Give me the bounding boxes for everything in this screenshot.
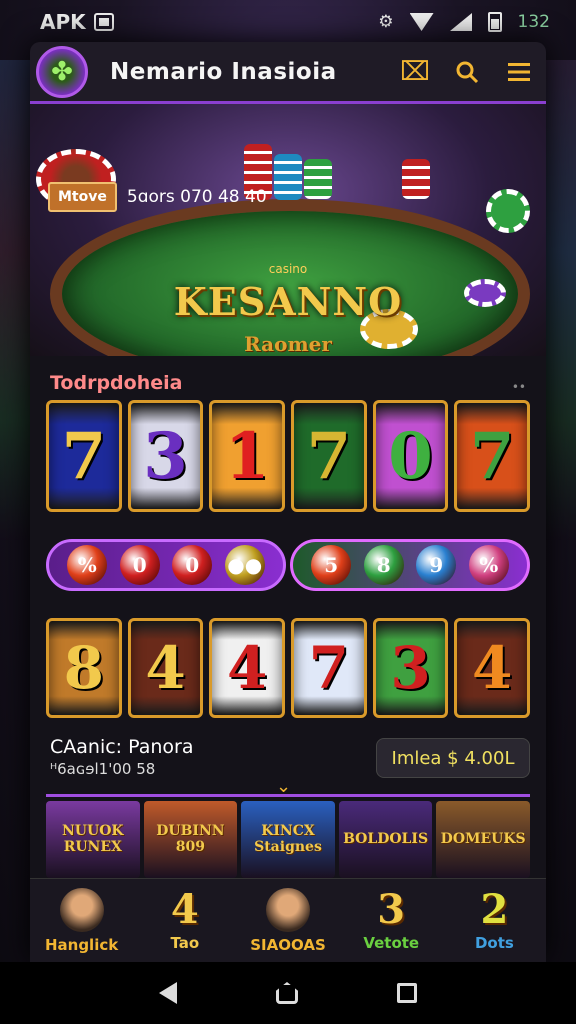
game-card[interactable]: DUBINN 809 [143, 801, 238, 878]
more-dots-icon[interactable]: •• [512, 380, 526, 394]
hero-small-text: casino [268, 262, 308, 276]
tab-label: Tao [170, 933, 200, 952]
slot-reel[interactable]: 4 [127, 618, 204, 718]
chip-stack [274, 154, 302, 200]
status-left-text: APK [40, 10, 86, 34]
slot-reel[interactable]: 3 [127, 400, 204, 512]
hero-banner[interactable]: Mtove 5ɑors 070 48 40 casino KESANNO Rao… [30, 104, 546, 356]
tab-item[interactable]: 4 Tao [133, 879, 236, 962]
bonus-ball: 0 [172, 545, 213, 585]
game-card[interactable]: NUUOK RUNEX [46, 801, 140, 878]
close-frame-icon[interactable]: ⌧ [400, 57, 430, 87]
settings-gear-icon: ⚙ [378, 12, 394, 32]
slot-reel[interactable]: 7 [454, 400, 531, 512]
chip [486, 189, 530, 233]
bonus-ball: 0 [119, 545, 160, 585]
chip-stack [402, 159, 430, 199]
tab-label: Vetote [363, 933, 420, 952]
bonus-ball: % [468, 545, 509, 585]
tab-item[interactable]: Hanglick [30, 879, 133, 962]
slot-reel[interactable]: 7 [291, 400, 367, 512]
chip-stack [304, 159, 332, 199]
bonus-ball: ●● [224, 545, 265, 585]
tab-item[interactable]: 2 Dots [443, 879, 546, 962]
tab-number: 2 [480, 885, 509, 933]
slot-reels-bottom[interactable]: 844734 [46, 618, 531, 718]
tab-number: 3 [377, 885, 406, 933]
status-bar: APK ⚙ 132 [0, 0, 576, 44]
bonus-ball: 9 [416, 545, 457, 585]
bonus-pill-right[interactable]: 5 8 9% [290, 539, 530, 591]
tab-item[interactable]: SIAOOAS [236, 879, 339, 962]
app-frame: ✤ Nemario Inasioia ⌧ Mtove 5ɑors 070 48 … [30, 42, 546, 962]
back-icon[interactable] [159, 982, 178, 1004]
tab-number: 4 [170, 885, 199, 933]
slot-reels-top[interactable]: 731707 [46, 400, 531, 512]
tab-label: SIAOOAS [250, 935, 326, 954]
section-title: Todrpdoheia [50, 372, 183, 394]
bonus-ball: 5 [311, 545, 352, 585]
system-nav-bar [0, 962, 576, 1024]
app-notification-icon [93, 13, 114, 31]
tab-item[interactable]: 3 Vetote [340, 879, 443, 962]
hero-subbrand: Raomer [244, 332, 332, 356]
bottom-tab-bar: Hanglick 4 Tao SIAOOAS 3 Vetote 2 Dots [30, 878, 546, 962]
slot-reel[interactable]: 8 [46, 618, 122, 718]
games-strip: NUUOK RUNEX DUBINN 809 KINCX Staignes BOLDO… [46, 794, 530, 878]
slot-reel[interactable]: 4 [209, 618, 286, 718]
battery-icon [487, 12, 502, 32]
leaf-logo-icon[interactable]: ✤ [36, 45, 88, 98]
avatar [59, 887, 104, 932]
game-card[interactable]: BOLDOLIS [338, 801, 433, 878]
casino-info-title: CAanic: Panora [50, 736, 194, 758]
search-icon[interactable] [454, 59, 480, 85]
slot-reel[interactable]: 7 [46, 400, 122, 512]
recent-apps-icon[interactable] [396, 983, 417, 1003]
home-icon[interactable] [275, 982, 298, 1004]
slot-reel[interactable]: 4 [454, 618, 531, 718]
hero-tag[interactable]: Mtove [48, 182, 117, 212]
screen: APK ⚙ 132 ✤ Nemario Inasioia ⌧ Mtove 5ɑo… [0, 0, 576, 1024]
casino-info-subtitle: ᴴ6aɢɘl1'00 58 [50, 760, 156, 778]
app-bar: ✤ Nemario Inasioia ⌧ [30, 42, 546, 104]
slot-reel[interactable]: 0 [372, 400, 449, 512]
bonus-pill-left[interactable]: % 0 0 ●● [46, 539, 286, 591]
bonus-ball: 8 [363, 545, 404, 585]
tab-label: Hanglick [44, 935, 119, 954]
status-right-text: 132 [517, 12, 550, 32]
hero-banner-text: 5ɑors 070 48 40 [126, 187, 267, 207]
balance-button[interactable]: Imlea $ 4.00L [376, 738, 530, 778]
wifi-icon [409, 13, 434, 31]
hero-info-row: Mtove 5ɑors 070 48 40 [48, 182, 267, 212]
game-card[interactable]: DOMEUKS [436, 801, 530, 878]
app-title: Nemario Inasioia [110, 58, 337, 85]
slot-reel[interactable]: 7 [291, 618, 367, 718]
signal-icon [449, 13, 472, 31]
bonus-ball: % [67, 545, 108, 585]
menu-icon[interactable] [506, 59, 532, 85]
slot-reel[interactable]: 3 [372, 618, 449, 718]
game-card[interactable]: KINCX Staignes [241, 801, 335, 878]
hero-brand: KESANNO [173, 279, 403, 324]
avatar [266, 887, 310, 932]
tab-label: Dots [474, 933, 514, 952]
slot-reel[interactable]: 1 [209, 400, 286, 512]
